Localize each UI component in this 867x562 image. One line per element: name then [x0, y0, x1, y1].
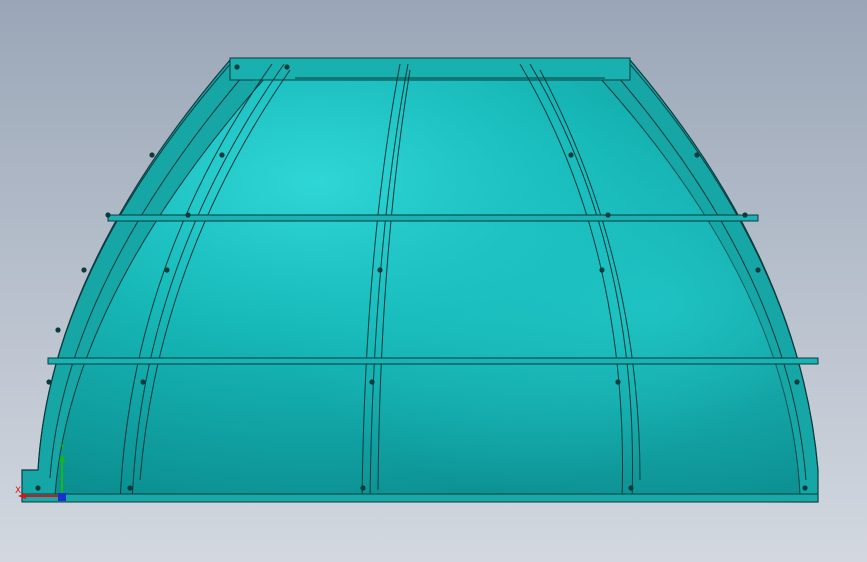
- bolt-hole: [234, 64, 240, 70]
- base-plate: [21, 493, 819, 503]
- bolt-hole: [599, 267, 605, 273]
- bolt-hole: [105, 212, 111, 218]
- bolt-hole: [127, 485, 133, 491]
- bolt-hole: [46, 379, 52, 385]
- bolt-hole: [81, 267, 87, 273]
- bolt-hole: [149, 152, 155, 158]
- bolt-hole: [185, 212, 191, 218]
- bolt-hole: [377, 267, 383, 273]
- bolt-hole: [755, 267, 761, 273]
- bolt-hole: [568, 152, 574, 158]
- bolt-hole: [140, 379, 146, 385]
- bolt-hole: [742, 212, 748, 218]
- top-ring: [229, 57, 631, 81]
- bolt-hole: [369, 379, 375, 385]
- bolt-hole: [284, 64, 290, 70]
- bolt-hole: [360, 485, 366, 491]
- bolt-hole: [219, 152, 225, 158]
- y-axis-arrow: [59, 454, 65, 462]
- bolt-hole: [694, 152, 700, 158]
- bolt-hole: [164, 267, 170, 273]
- bolt-hole: [794, 379, 800, 385]
- dome-model[interactable]: [0, 0, 867, 562]
- triad-x-label: X: [15, 486, 22, 496]
- bolt-hole: [605, 212, 611, 218]
- z-axis: [58, 493, 66, 501]
- bolt-hole: [55, 327, 61, 333]
- graphics-viewport[interactable]: X Y: [0, 0, 867, 562]
- bolt-hole: [628, 485, 634, 491]
- bolt-hole: [615, 379, 621, 385]
- triad-y-label: Y: [60, 443, 66, 453]
- bolt-hole: [802, 485, 808, 491]
